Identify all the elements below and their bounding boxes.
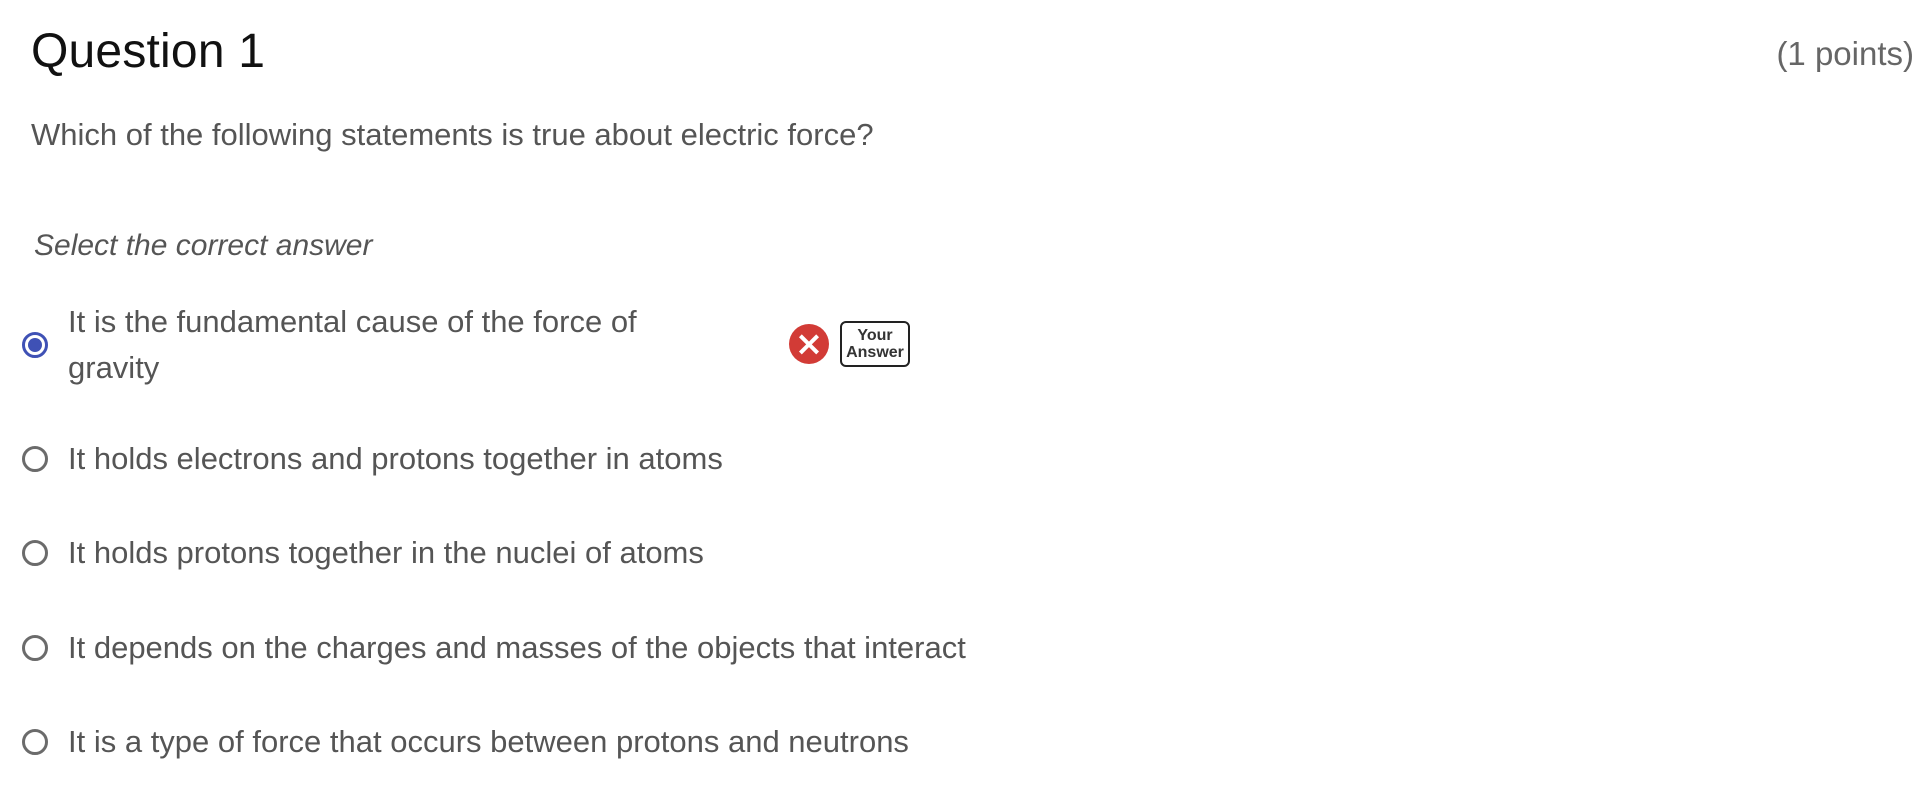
radio-button[interactable] <box>22 635 48 661</box>
answer-option-label: It depends on the charges and masses of … <box>68 630 966 665</box>
answer-option-4[interactable]: It depends on the charges and masses of … <box>22 625 966 671</box>
answer-option-label: It is a type of force that occurs betwee… <box>68 724 909 759</box>
question-prompt: Which of the following statements is tru… <box>31 117 874 152</box>
question-card: Question 1 (1 points) Which of the follo… <box>0 0 1930 795</box>
question-title: Question 1 <box>31 25 266 78</box>
answer-option-label: It holds protons together in the nuclei … <box>68 535 704 570</box>
radio-button[interactable] <box>22 446 48 472</box>
radio-button[interactable] <box>22 729 48 755</box>
answer-instruction: Select the correct answer <box>34 229 373 262</box>
radio-button[interactable] <box>22 540 48 566</box>
answer-option-5[interactable]: It is a type of force that occurs betwee… <box>22 719 909 765</box>
answer-option-label: It is the fundamental cause of the force… <box>68 304 637 385</box>
answer-option-2[interactable]: It holds electrons and protons together … <box>22 436 723 482</box>
answer-option-1[interactable]: It is the fundamental cause of the force… <box>22 297 910 393</box>
question-points: (1 points) <box>1776 35 1914 72</box>
your-answer-badge-line-1: Your <box>857 327 893 344</box>
radio-button-selected[interactable] <box>22 332 48 358</box>
answer-option-label: It holds electrons and protons together … <box>68 441 723 476</box>
answer-option-3[interactable]: It holds protons together in the nuclei … <box>22 530 704 576</box>
cross-icon: × <box>789 324 829 364</box>
your-answer-badge-line-2: Answer <box>846 344 904 361</box>
your-answer-badge: Your Answer <box>840 321 910 367</box>
